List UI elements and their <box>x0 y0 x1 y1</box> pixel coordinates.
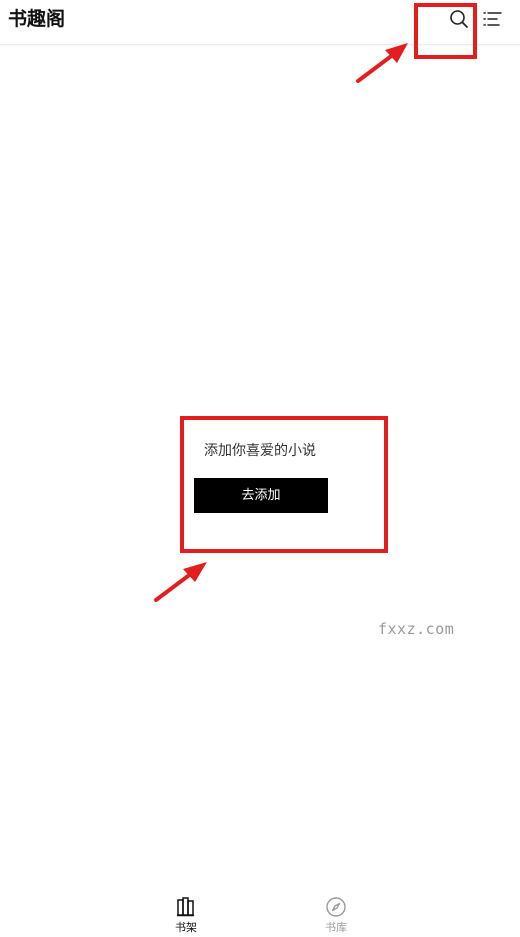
app-title: 书趣阁 <box>8 8 66 30</box>
nav-label-bookshelf: 书架 <box>175 921 197 934</box>
nav-label-library: 书库 <box>325 921 347 934</box>
empty-state-message: 添加你喜爱的小说 <box>204 443 316 459</box>
menu-icon <box>483 12 502 26</box>
watermark-text: fxxz.com <box>378 620 455 638</box>
add-novel-button[interactable]: 去添加 <box>194 478 328 513</box>
search-icon <box>450 10 468 28</box>
annotation-arrow-middle <box>154 562 207 602</box>
bookshelf-icon <box>177 897 194 917</box>
annotation-arrow-top <box>356 43 408 83</box>
bottom-navigation: 书架 书库 <box>0 890 520 937</box>
menu-button[interactable] <box>482 9 504 29</box>
top-app-bar: 书趣阁 <box>0 0 520 45</box>
search-button[interactable] <box>448 8 470 30</box>
nav-item-bookshelf[interactable]: 书架 <box>156 896 216 936</box>
annotation-arrows <box>154 43 408 602</box>
nav-item-library[interactable]: 书库 <box>306 896 366 936</box>
compass-icon <box>326 897 346 917</box>
